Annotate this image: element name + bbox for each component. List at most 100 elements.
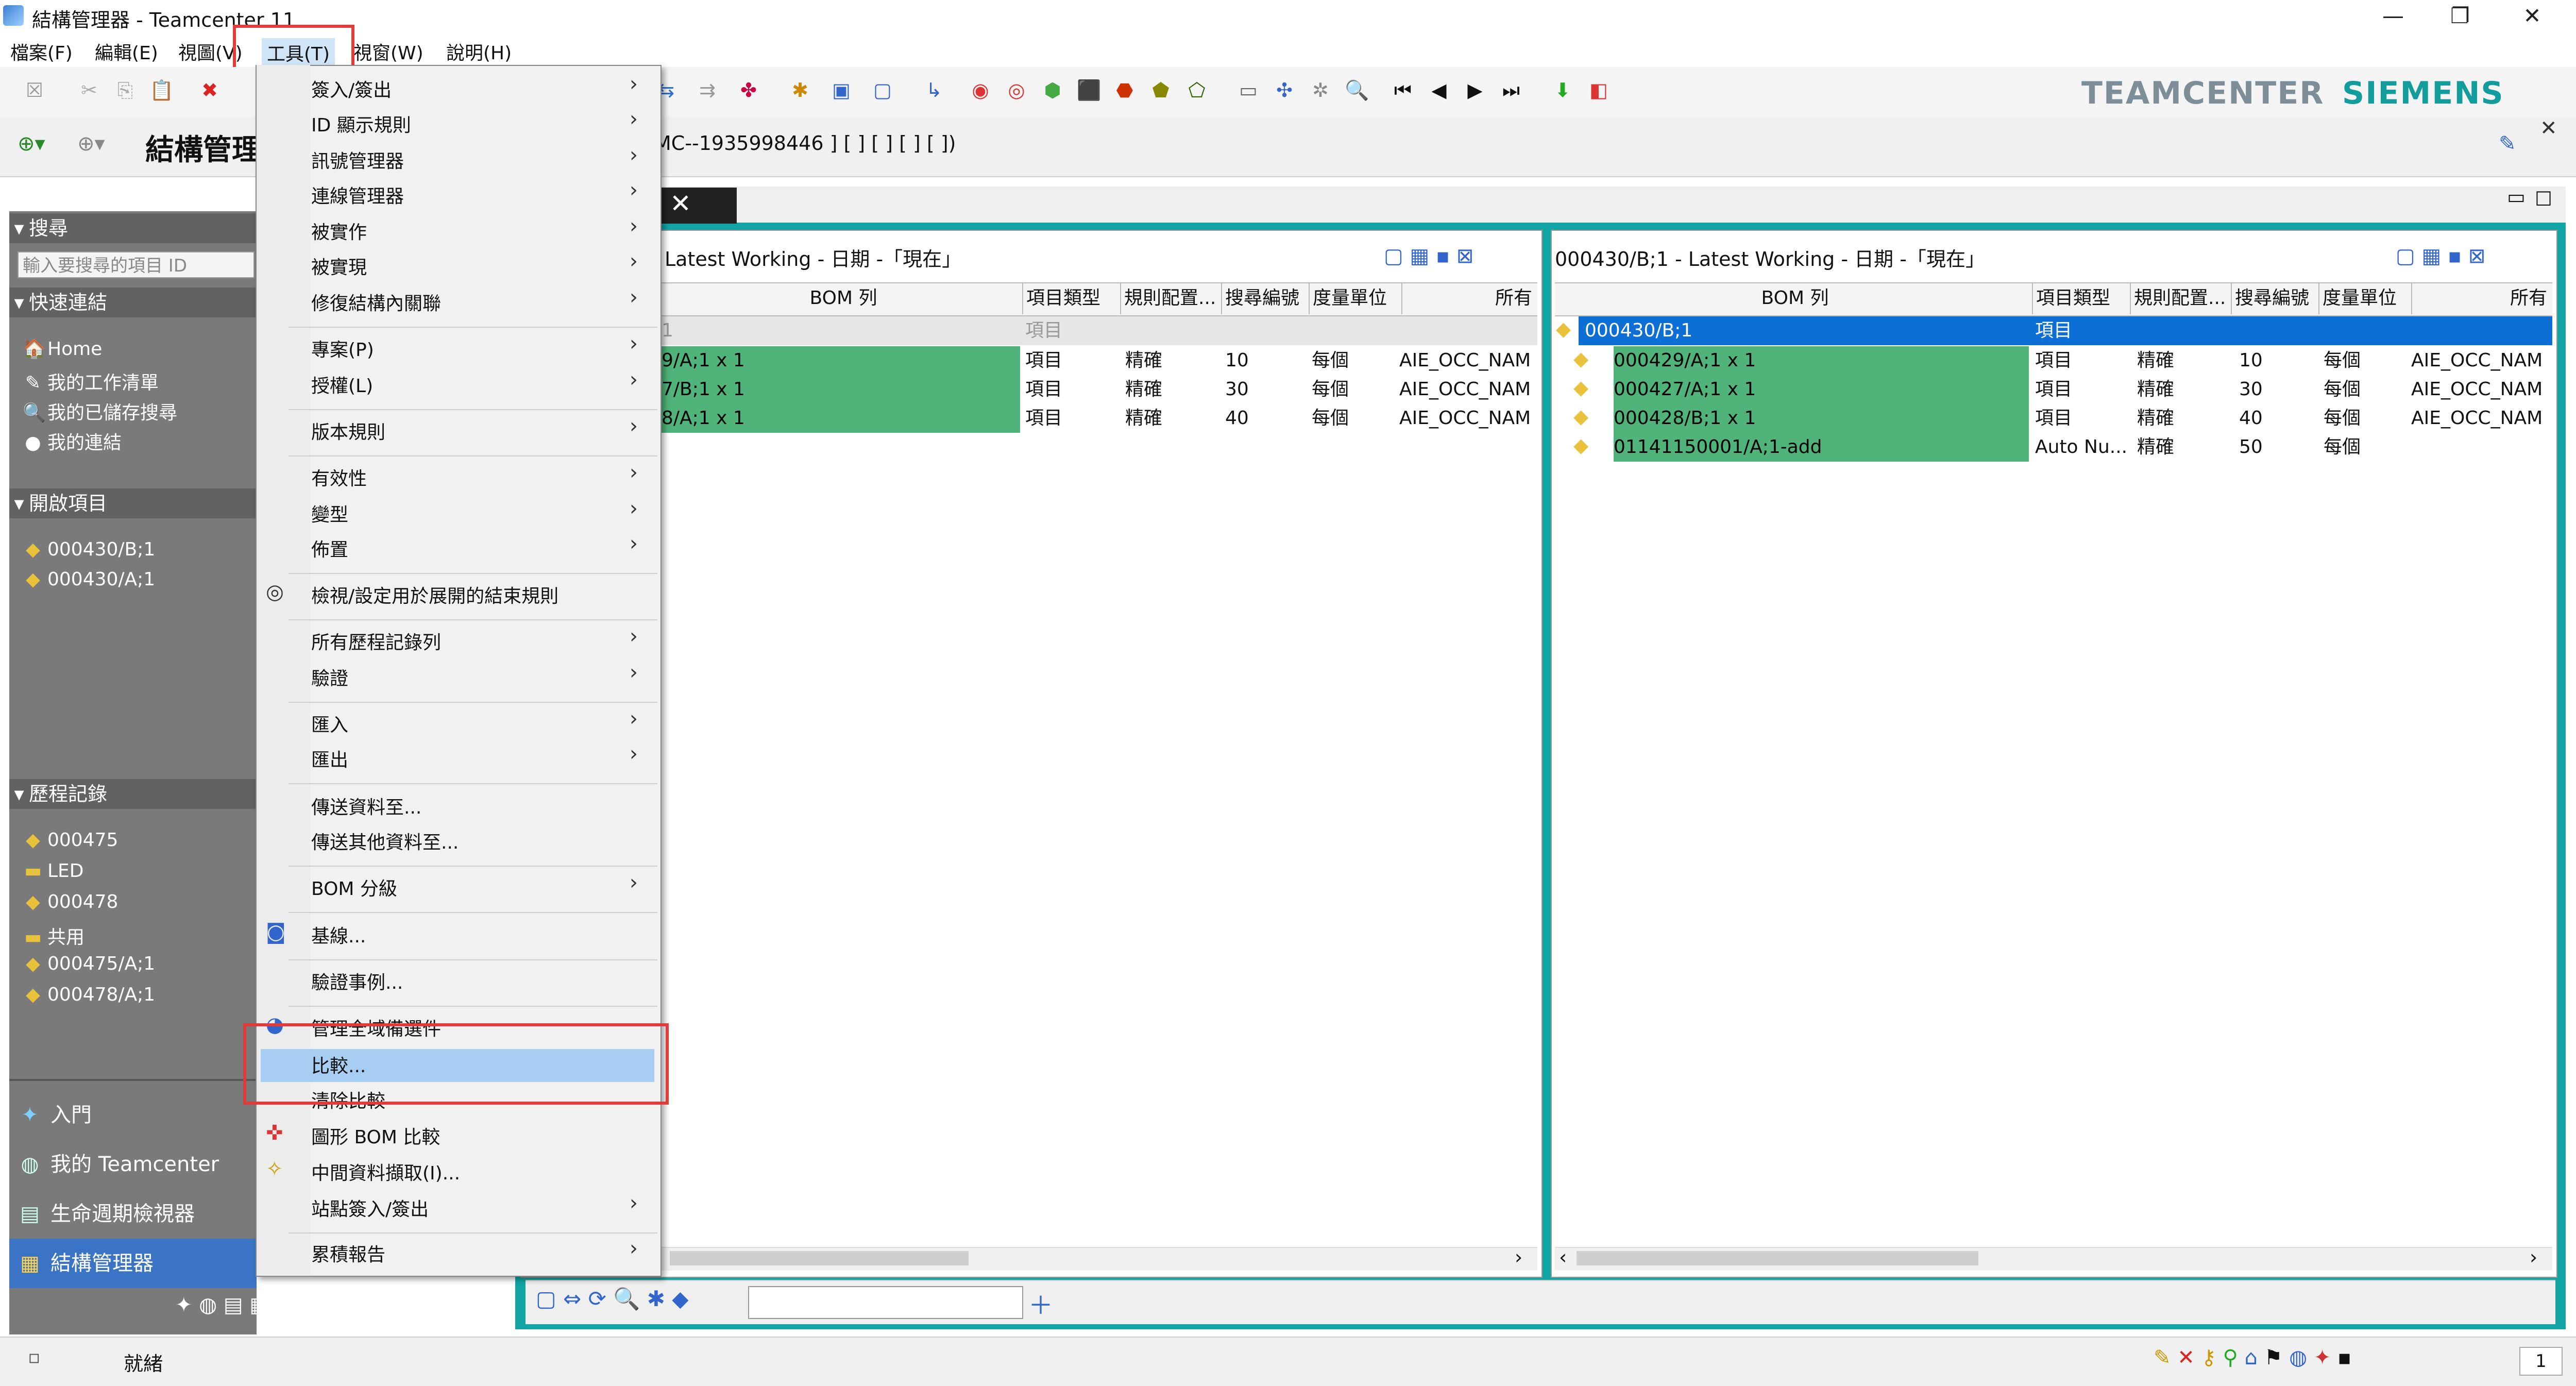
menu-send-to[interactable]: 傳送資料至... <box>311 792 421 819</box>
table-row[interactable] <box>662 316 1537 345</box>
notification-count[interactable]: 1 <box>2519 1347 2563 1376</box>
quick-link-home[interactable]: 🏠Home <box>23 338 102 360</box>
close-perspective-icon[interactable]: ✕ <box>2540 116 2557 140</box>
col-uom[interactable]: 度量單位 <box>2318 282 2411 314</box>
app-lifecycle-viewer[interactable]: ▤ 生命週期檢視器 <box>9 1189 257 1239</box>
search-icon[interactable]: 🔍 <box>1345 78 1369 102</box>
edit-icon[interactable]: ✎ <box>2499 132 2516 156</box>
col-bom-line[interactable]: BOM 列 <box>1555 282 2032 314</box>
menu-id-display-rule[interactable]: ID 顯示規則 <box>311 110 411 137</box>
menu-data-extraction[interactable]: 中間資料擷取(I)... <box>311 1158 460 1185</box>
menu-validate-occurrence[interactable]: 驗證事例... <box>311 968 403 994</box>
history-item-5[interactable]: ◆ 000475/A;1 <box>23 953 155 974</box>
col-item-type[interactable]: 項目類型 <box>2032 282 2130 314</box>
search-section-header[interactable]: ▾ 搜尋 <box>9 213 257 243</box>
col-occ[interactable]: 所有 <box>1401 282 1537 314</box>
menu-project[interactable]: 專案(P) <box>311 335 374 362</box>
app-shortcut-icons[interactable]: ✦ ◍ ▤ ▦ ≡ » <box>175 1293 312 1317</box>
menu-file[interactable]: 檔案(F) <box>10 38 73 65</box>
toolbar-icon-16[interactable]: ✣ <box>1273 78 1296 102</box>
table-row[interactable]: 7/B;1 x 1 <box>662 375 1020 404</box>
toolbar-icon-19[interactable]: ◧ <box>1587 78 1611 102</box>
toolbar-icon-9[interactable]: ◎ <box>1005 78 1028 102</box>
history-item-3[interactable]: ◆ 000478 <box>23 891 118 912</box>
pane-options-icon[interactable]: ▢ ▦ ▪ ⊠ <box>2396 244 2485 268</box>
menu-effectivity[interactable]: 有效性 <box>311 464 367 491</box>
app-my-teamcenter[interactable]: ◍ 我的 Teamcenter <box>9 1140 257 1189</box>
forward-icon[interactable]: ⊕▾ <box>77 132 105 156</box>
menu-edit[interactable]: 編輯(E) <box>95 38 158 65</box>
pane-options-icon[interactable]: ▢ ▦ ▪ ⊠ <box>1384 244 1473 268</box>
history-header[interactable]: ▾ 歷程記錄 <box>9 779 257 809</box>
history-item-1[interactable]: ◆ 000475 <box>23 830 118 851</box>
paste-icon[interactable]: 📋 <box>149 78 174 102</box>
previous-icon[interactable]: ◀ <box>1427 78 1451 102</box>
menu-variants[interactable]: 變型 <box>311 500 348 527</box>
menu-signal-manager[interactable]: 訊號管理器 <box>311 146 404 173</box>
history-item-6[interactable]: ◆ 000478/A;1 <box>23 984 155 1005</box>
menu-accumulated-report[interactable]: 累積報告 <box>311 1240 385 1266</box>
close-item-icon[interactable]: ☒ <box>23 78 46 102</box>
menu-help[interactable]: 說明(H) <box>446 38 512 65</box>
add-icon[interactable]: ＋ <box>1028 1285 1053 1321</box>
history-item-4[interactable]: ▬ 共用 <box>23 922 84 949</box>
menu-bom-grading[interactable]: BOM 分級 <box>311 874 397 901</box>
toolbar-icon-11[interactable]: ⬛ <box>1077 78 1101 102</box>
minimize-button[interactable]: — <box>2375 2 2411 30</box>
menu-window[interactable]: 視窗(W) <box>353 38 423 65</box>
menu-connection-manager[interactable]: 連線管理器 <box>311 181 404 208</box>
table-row[interactable]: 000427/A;1 x 1 <box>1614 375 2029 404</box>
menu-implemented-by[interactable]: 被實作 <box>311 217 367 244</box>
quick-link-my-links[interactable]: ● 我的連結 <box>23 428 122 454</box>
history-item-2[interactable]: ▬ LED <box>23 860 84 882</box>
quick-link-saved-searches[interactable]: 🔍我的已儲存搜尋 <box>23 398 177 425</box>
restore-button[interactable]: ❐ <box>2442 2 2478 30</box>
col-rule-config[interactable]: 規則配置... <box>1120 282 1221 314</box>
toolbar-icon-14[interactable]: ⬠ <box>1185 78 1209 102</box>
menu-checkin-checkout[interactable]: 簽入/簽出 <box>311 75 392 102</box>
menu-baseline[interactable]: 基線... <box>311 921 366 948</box>
toolbar-icon-4[interactable]: ✱ <box>788 78 812 102</box>
app-getting-started[interactable]: ✦ 入門 <box>9 1090 257 1140</box>
menu-site-checkin-checkout[interactable]: 站點簽入/簽出 <box>311 1194 429 1221</box>
menu-validation[interactable]: 驗證 <box>311 664 348 690</box>
table-row[interactable]: 01141150001/A;1-add <box>1614 433 2029 462</box>
toolbar-icon-5[interactable]: ▣ <box>829 78 853 102</box>
delete-icon[interactable]: ✖ <box>198 78 222 102</box>
scroll-thumb[interactable] <box>1577 1251 1978 1265</box>
menu-graphical-bom-compare[interactable]: 圖形 BOM 比較 <box>311 1122 440 1149</box>
table-row[interactable]: 000428/B;1 x 1 <box>1614 404 2029 433</box>
app-structure-manager[interactable]: ▦ 結構管理器 <box>9 1239 257 1288</box>
col-item-type[interactable]: 項目類型 <box>1022 282 1120 314</box>
navigator-divider[interactable] <box>9 1079 257 1081</box>
find-bar-icons[interactable]: ▢ ⇔ ⟳ 🔍 ✱ ◆ <box>536 1286 689 1312</box>
scroll-left-icon[interactable]: ‹ <box>1559 1246 1567 1269</box>
menu-send-other-to[interactable]: 傳送其他資料至... <box>311 827 459 854</box>
maximize-editor-icon[interactable]: ☐ <box>2535 188 2552 210</box>
col-bom-line[interactable]: BOM 列 <box>662 282 1022 314</box>
menu-export[interactable]: 匯出 <box>311 745 348 772</box>
scroll-right-icon[interactable]: › <box>2530 1246 2537 1269</box>
table-row[interactable]: 8/A;1 x 1 <box>662 404 1020 433</box>
last-icon[interactable]: ⏭ <box>1499 78 1523 102</box>
scroll-thumb[interactable] <box>670 1251 969 1265</box>
quick-links-header[interactable]: ▾ 快速連結 <box>9 288 257 317</box>
first-icon[interactable]: ⏮ <box>1391 78 1415 102</box>
open-item-2[interactable]: ◆ 000430/A;1 <box>23 569 155 590</box>
search-input[interactable]: 輸入要搜尋的項目 ID <box>18 251 255 278</box>
expand-icon[interactable]: ◆ <box>1556 317 1571 340</box>
quick-link-worklist[interactable]: ✎ 我的工作清單 <box>23 368 159 395</box>
toolbar-icon-17[interactable]: ✲ <box>1309 78 1332 102</box>
toolbar-icon-3[interactable]: ✤ <box>737 78 760 102</box>
col-find-no[interactable]: 搜尋編號 <box>1221 282 1309 314</box>
scroll-right-icon[interactable]: › <box>1515 1246 1522 1269</box>
toolbar-icon-13[interactable]: ⬟ <box>1149 78 1173 102</box>
close-window-button[interactable]: ✕ <box>2514 2 2550 30</box>
open-item-1[interactable]: ◆ 000430/B;1 <box>23 539 155 560</box>
col-rule-config[interactable]: 規則配置... <box>2130 282 2231 314</box>
menu-closure-rule[interactable]: 檢視/設定用於展開的結束規則 <box>311 581 558 608</box>
close-tab-icon[interactable]: ✕ <box>670 189 691 218</box>
menu-realized-by[interactable]: 被實現 <box>311 252 367 279</box>
cut-icon[interactable]: ✂ <box>77 78 101 102</box>
toolbar-icon-10[interactable]: ⬢ <box>1041 78 1064 102</box>
